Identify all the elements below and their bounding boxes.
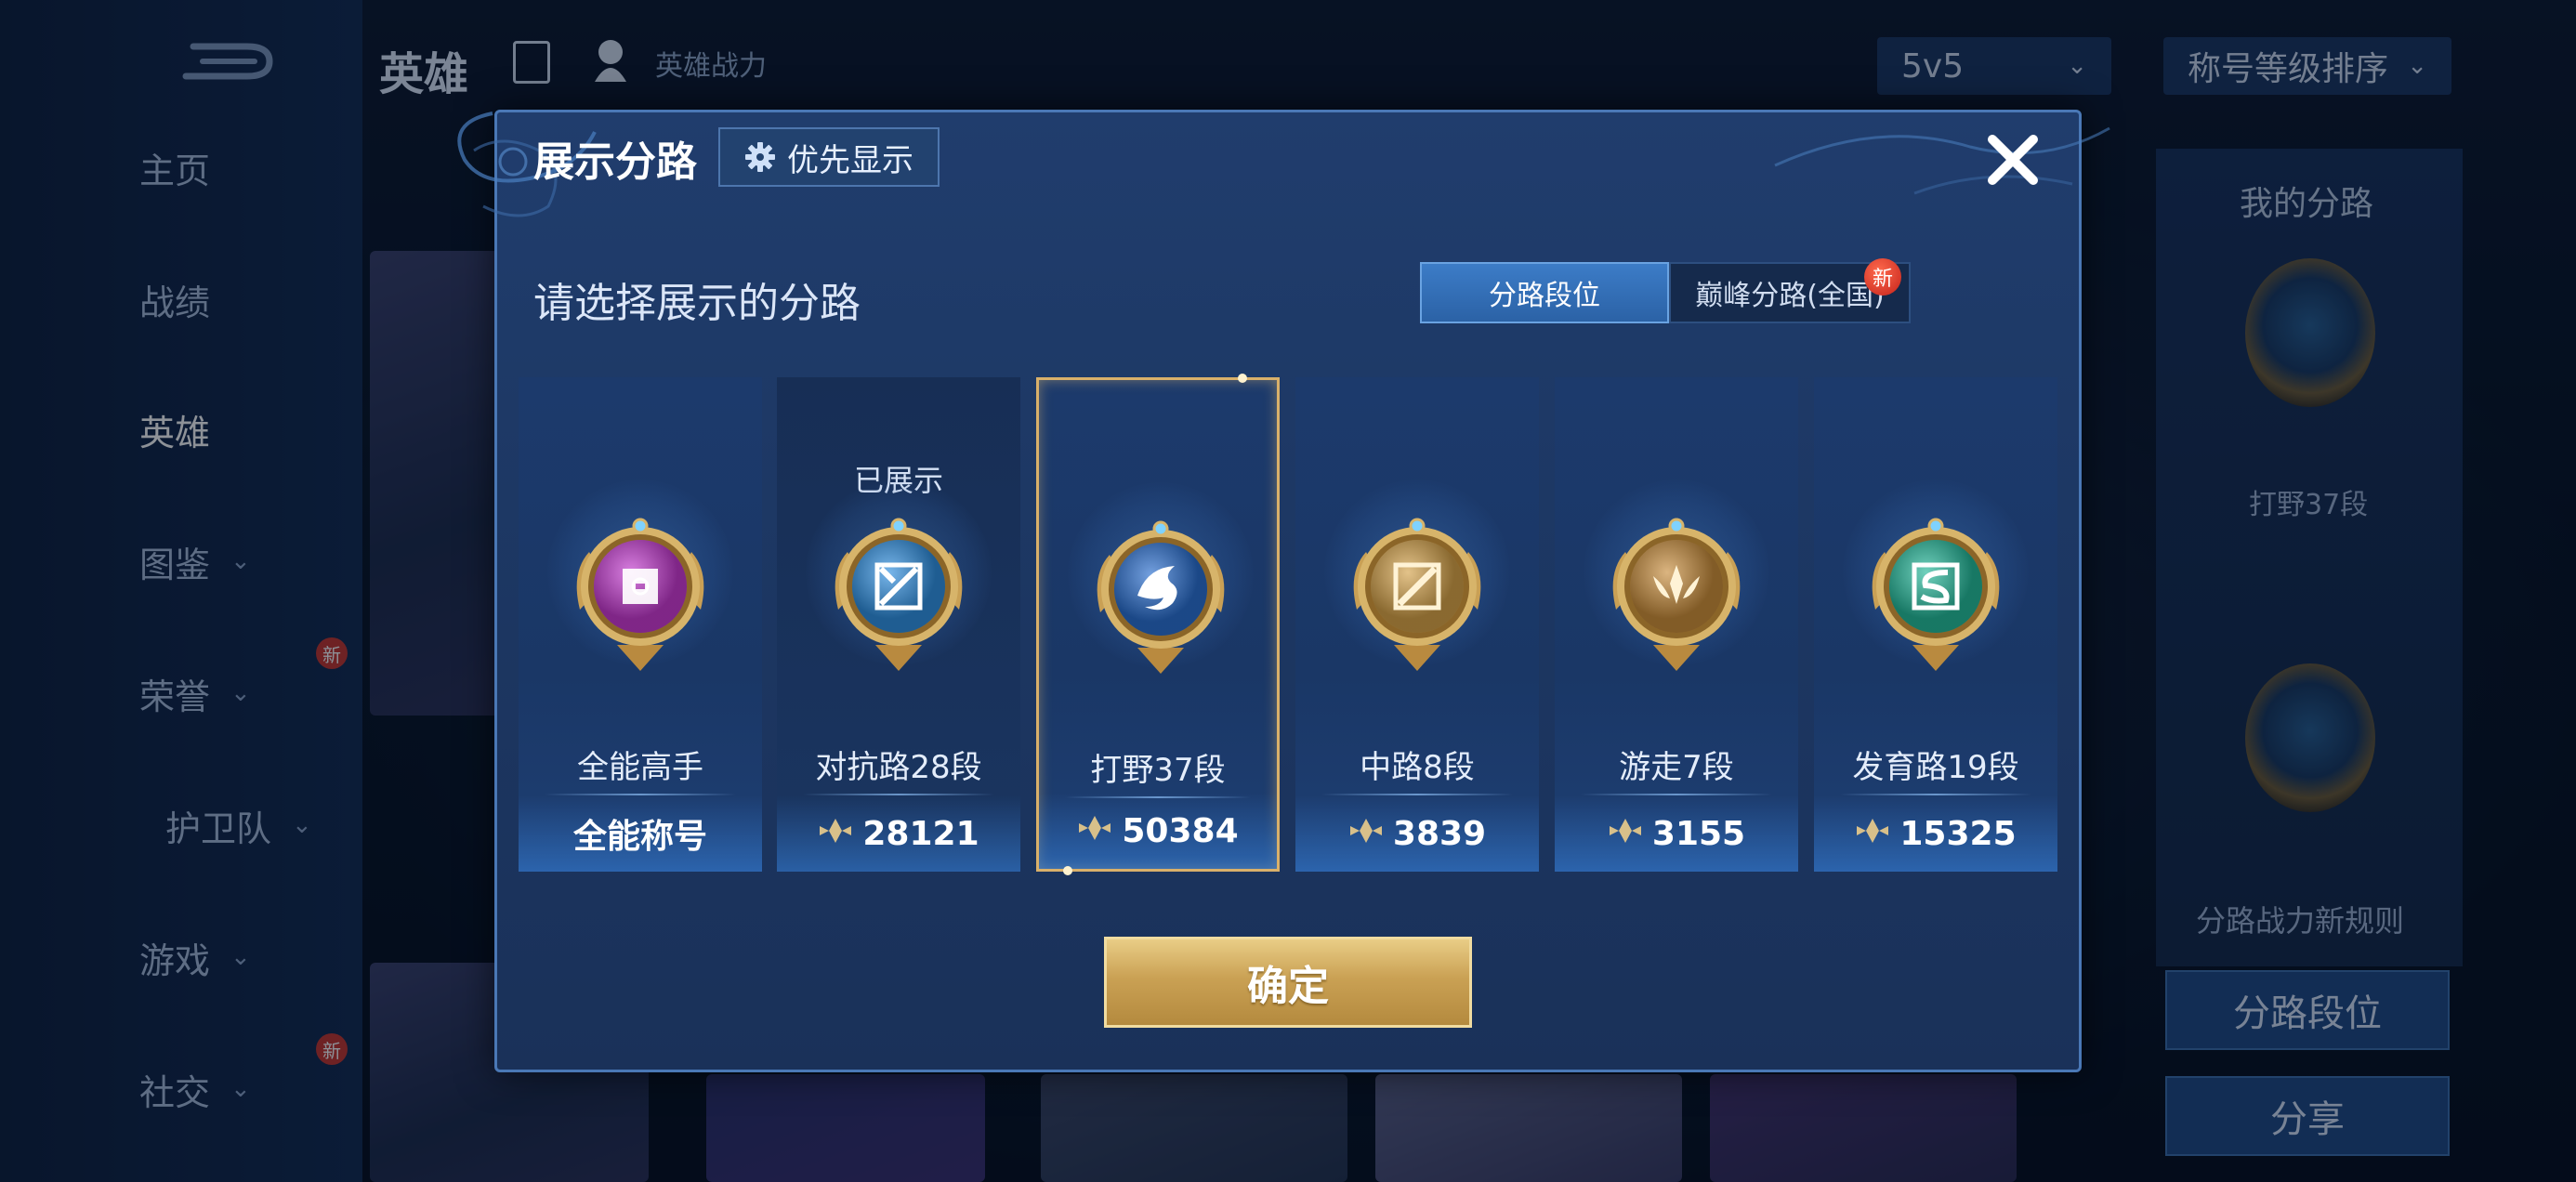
dialog-subtitle: 请选择展示的分路 [533, 280, 861, 327]
lane-value-row: 3155 [1555, 795, 1798, 872]
lane-name: 游走7段 [1619, 749, 1734, 786]
confirm-button[interactable]: 确定 [1104, 937, 1472, 1028]
selection-corner-dot [1063, 866, 1072, 875]
lane-name: 全能高手 [577, 749, 703, 786]
cloud-swirl-decoration [1774, 126, 2110, 195]
lane-name: 发育路19段 [1852, 749, 2019, 786]
dialog-title: 展示分路 [533, 138, 697, 186]
close-icon [1988, 135, 2038, 185]
tab-label: 巅峰分路(全国) [1695, 280, 1885, 312]
lane-tab-group: 分路段位 巅峰分路(全国) 新 [1420, 258, 1911, 323]
roam-emblem-icon [1597, 507, 1755, 675]
lane-card[interactable]: 发育路19段 15325 [1814, 377, 2057, 872]
power-icon [1608, 815, 1643, 853]
lane-card-list: 全能高手全能称号已展示对抗路28段28121打野37段50384中路8段3839… [519, 374, 2057, 875]
lane-card[interactable]: 全能高手 全能称号 [519, 377, 762, 872]
lane-card[interactable]: 游走7段 3155 [1555, 377, 1798, 872]
tab-label: 分路段位 [1489, 280, 1600, 312]
tab-peak-lane-national[interactable]: 巅峰分路(全国) 新 [1669, 258, 1911, 323]
lane-value-row: 50384 [1039, 793, 1277, 869]
lane-value: 15325 [1899, 814, 2017, 853]
power-icon [1348, 815, 1384, 853]
lane-name: 对抗路28段 [815, 749, 982, 786]
tab-lane-rank[interactable]: 分路段位 [1420, 262, 1669, 323]
lane-card[interactable]: 中路8段 3839 [1295, 377, 1539, 872]
lane-value-row: 3839 [1295, 795, 1539, 872]
new-badge: 新 [1864, 258, 1901, 296]
lane-value-row: 28121 [777, 795, 1020, 872]
lane-value: 3155 [1651, 814, 1746, 853]
power-icon [1077, 812, 1112, 850]
clash-lane-emblem-icon [820, 507, 978, 675]
mid-lane-emblem-icon [1338, 507, 1496, 675]
selection-corner-dot [1238, 374, 1247, 383]
priority-display-button[interactable]: 优先显示 [718, 127, 940, 187]
lane-card[interactable]: 已展示对抗路28段28121 [777, 377, 1020, 872]
gear-icon [745, 142, 775, 172]
lane-name: 中路8段 [1360, 749, 1475, 786]
power-icon [818, 815, 853, 853]
jungle-emblem-icon [1082, 510, 1240, 677]
lane-value: 28121 [862, 814, 979, 853]
priority-display-label: 优先显示 [787, 141, 913, 179]
lane-name: 打野37段 [1090, 752, 1226, 789]
lane-value-row: 全能称号 [519, 795, 762, 872]
lane-value: 全能称号 [572, 818, 707, 856]
lane-value: 3839 [1392, 814, 1487, 853]
lane-value: 50384 [1122, 811, 1239, 850]
farm-lane-emblem-icon [1857, 507, 2015, 675]
power-icon [1855, 815, 1890, 853]
close-button[interactable] [1974, 121, 2052, 199]
lane-card[interactable]: 打野37段 50384 [1036, 374, 1280, 875]
lane-value-row: 15325 [1814, 795, 2057, 872]
allround-emblem-icon [561, 507, 719, 675]
